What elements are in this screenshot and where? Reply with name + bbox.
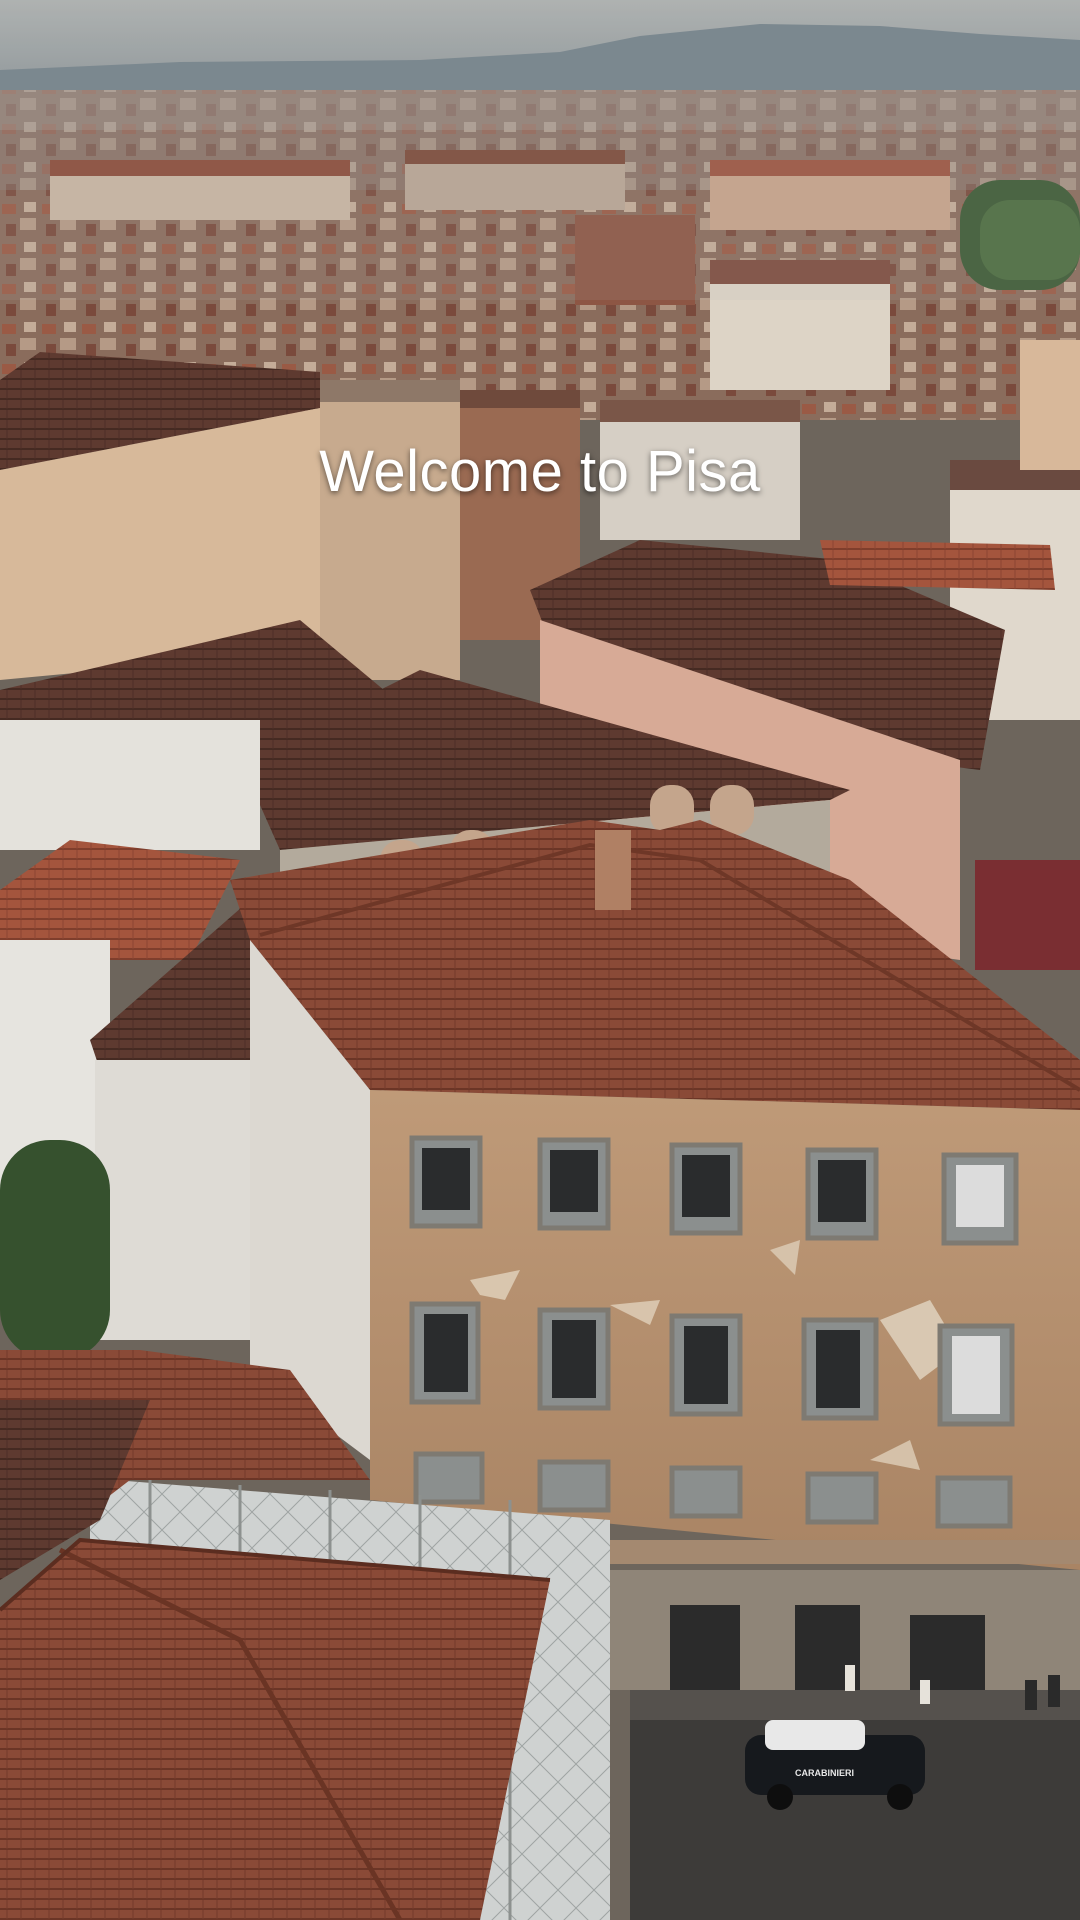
- welcome-caption: Welcome to Pisa: [319, 439, 761, 504]
- white-building-left-wall: [0, 720, 260, 850]
- green-tree-left: [0, 1140, 110, 1360]
- white-building-mid: [95, 1060, 260, 1340]
- red-roof-right: [820, 540, 1055, 590]
- chimney: [595, 830, 631, 910]
- building-tower-block: [320, 380, 460, 680]
- red-awning: [975, 860, 1080, 970]
- pisa-rooftops-photo: CARABINIERI: [0, 0, 1080, 1920]
- foreground-roof-main: [0, 1540, 550, 1920]
- car-label: CARABINIERI: [795, 1768, 854, 1778]
- video-frame: CARABINIERI Welcome to Pisa: [0, 0, 1080, 1920]
